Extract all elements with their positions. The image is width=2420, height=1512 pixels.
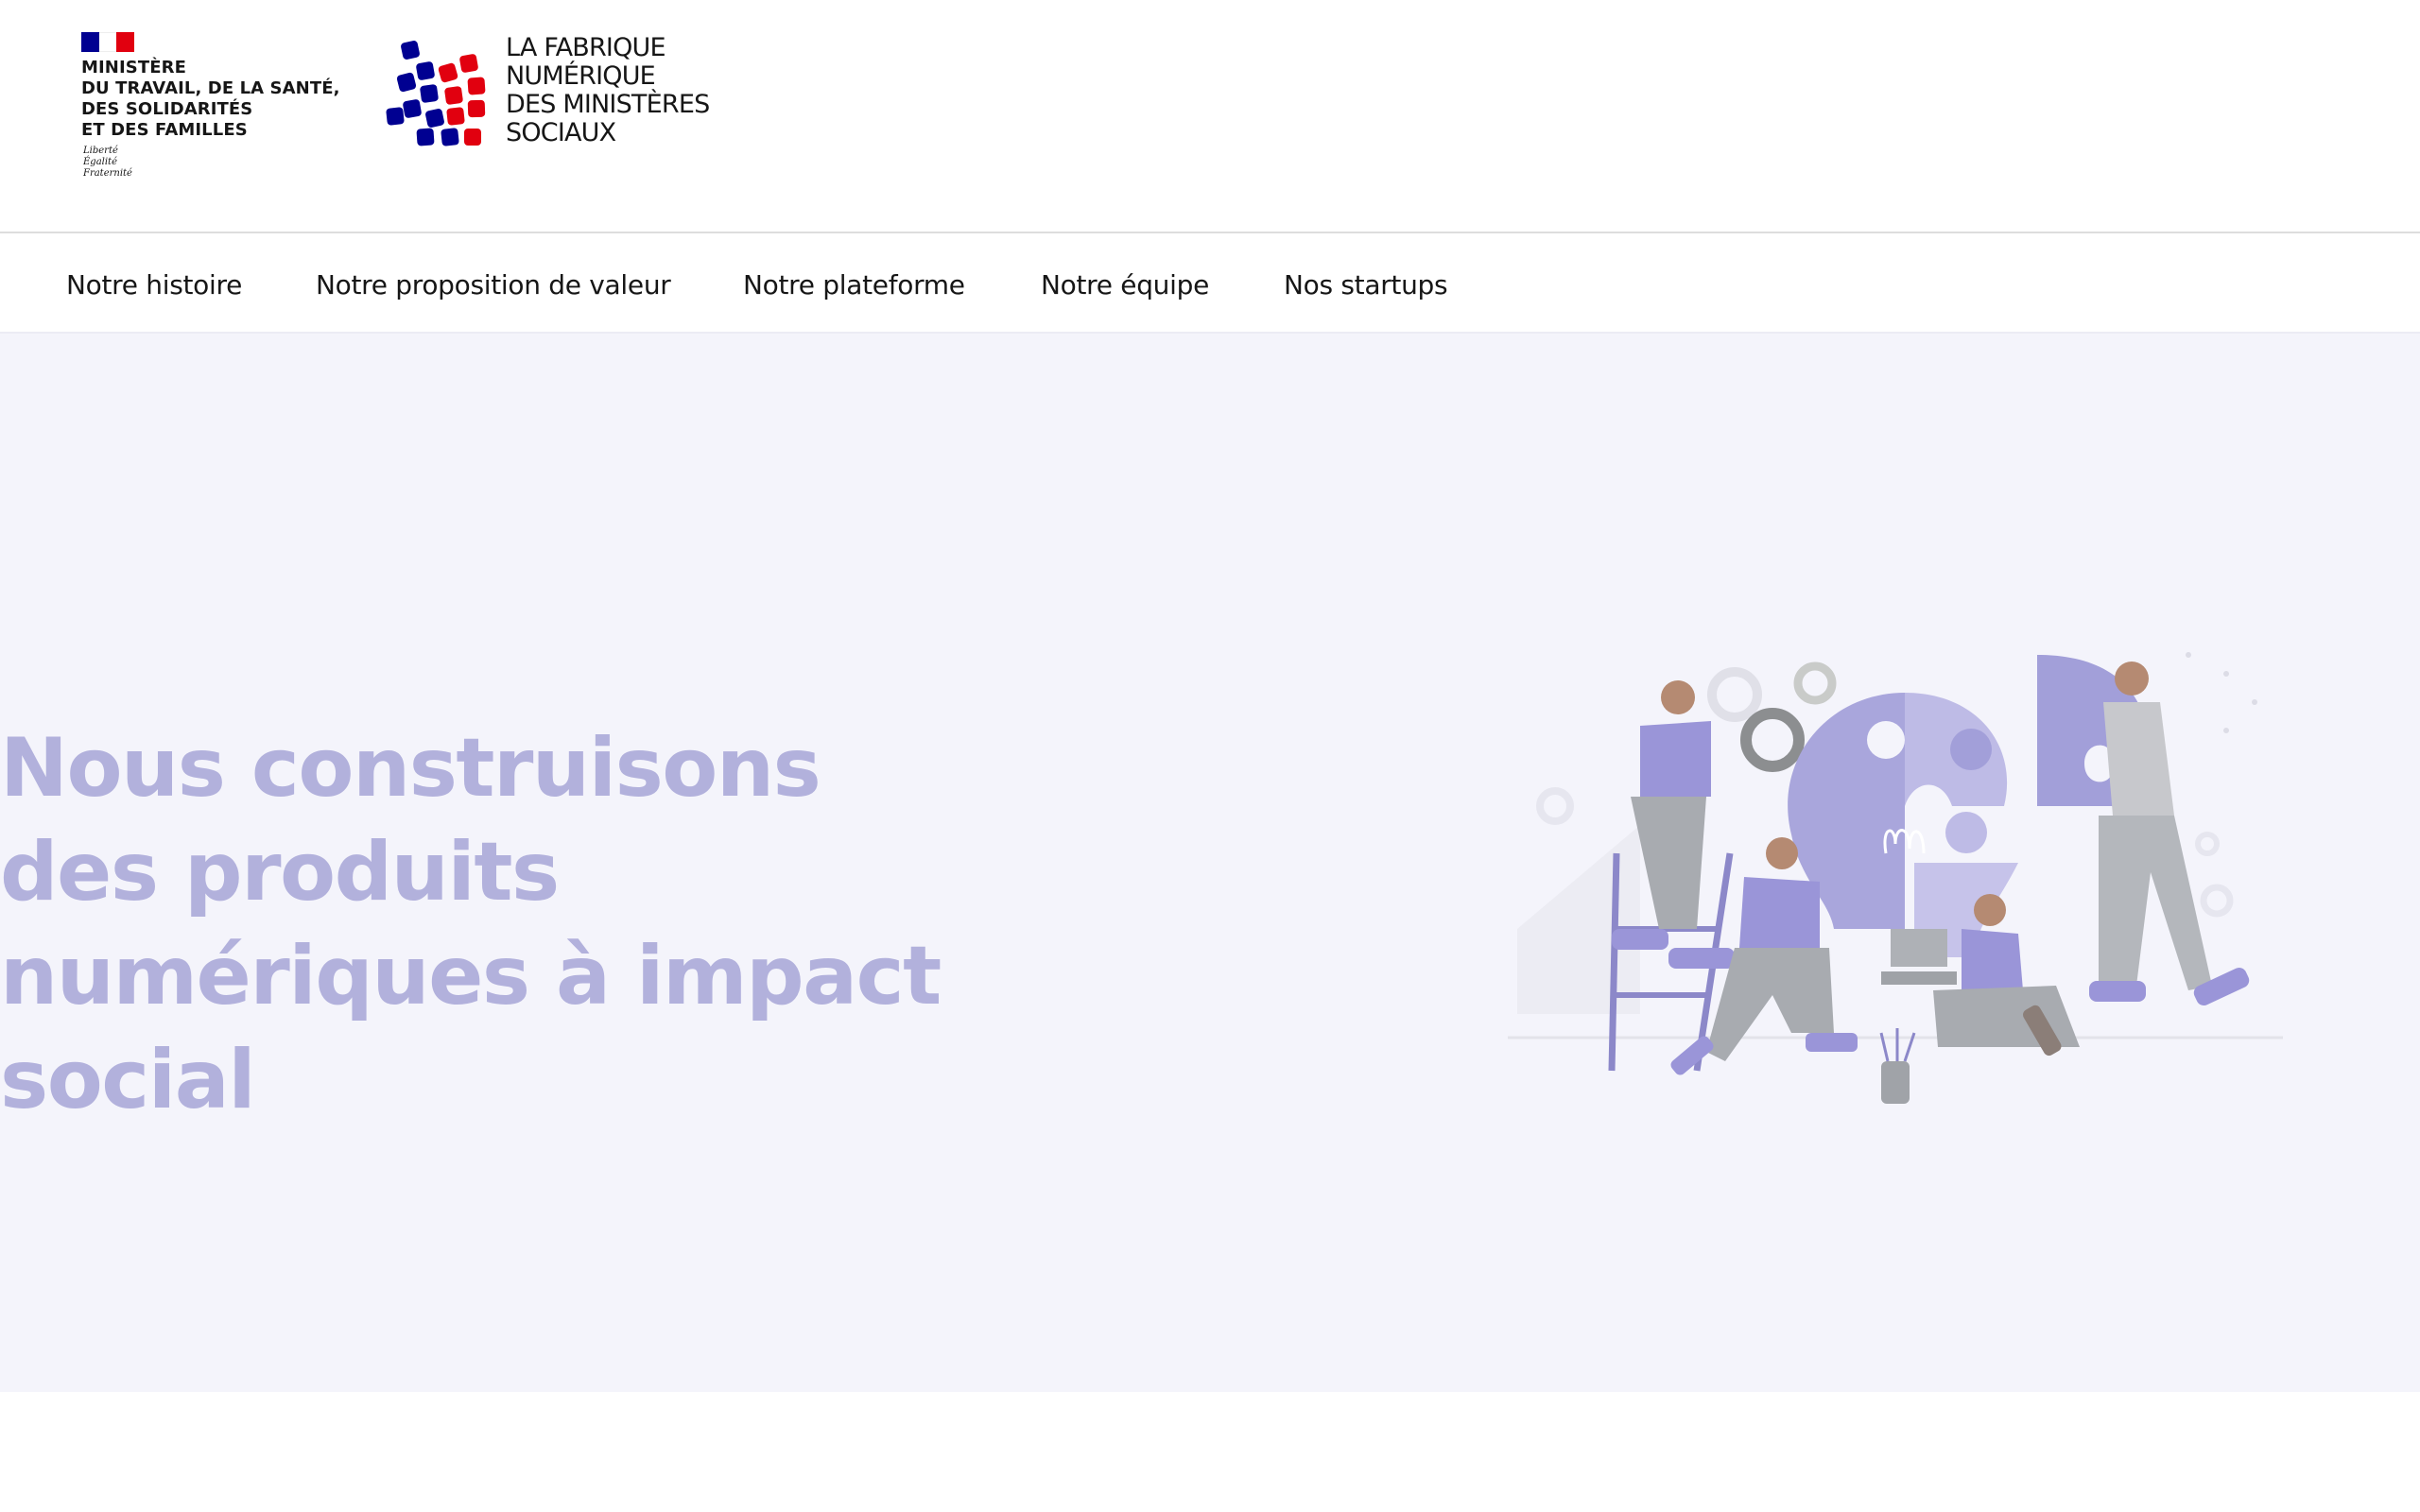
fabrique-squares-logo-icon[interactable] bbox=[385, 36, 489, 153]
ministry-name: MINISTÈRE DU TRAVAIL, DE LA SANTÉ, DES S… bbox=[81, 58, 340, 140]
marianne-flag-icon bbox=[81, 32, 135, 52]
hero-section: Nous construisons des produits numérique… bbox=[0, 334, 2420, 1392]
main-navigation: Notre histoire Notre proposition de vale… bbox=[0, 235, 2420, 334]
republic-devise: Liberté Égalité Fraternité bbox=[83, 146, 132, 179]
team-building-lightbulb-puzzle-illustration-icon bbox=[1508, 652, 2283, 1104]
hero-title: Nous construisons des produits numérique… bbox=[0, 721, 942, 1127]
nav-item-notre-histoire[interactable]: Notre histoire bbox=[66, 235, 242, 334]
site-header: MINISTÈRE DU TRAVAIL, DE LA SANTÉ, DES S… bbox=[0, 0, 2420, 233]
nav-item-notre-plateforme[interactable]: Notre plateforme bbox=[743, 235, 965, 334]
nav-item-notre-equipe[interactable]: Notre équipe bbox=[1041, 235, 1209, 334]
fabrique-name[interactable]: LA FABRIQUE NUMÉRIQUE DES MINISTÈRES SOC… bbox=[506, 34, 752, 147]
nav-item-proposition-de-valeur[interactable]: Notre proposition de valeur bbox=[316, 235, 671, 334]
ministry-logo[interactable]: MINISTÈRE DU TRAVAIL, DE LA SANTÉ, DES S… bbox=[81, 32, 365, 183]
nav-item-nos-startups[interactable]: Nos startups bbox=[1284, 235, 1448, 334]
page-bottom-area bbox=[0, 1392, 2420, 1512]
